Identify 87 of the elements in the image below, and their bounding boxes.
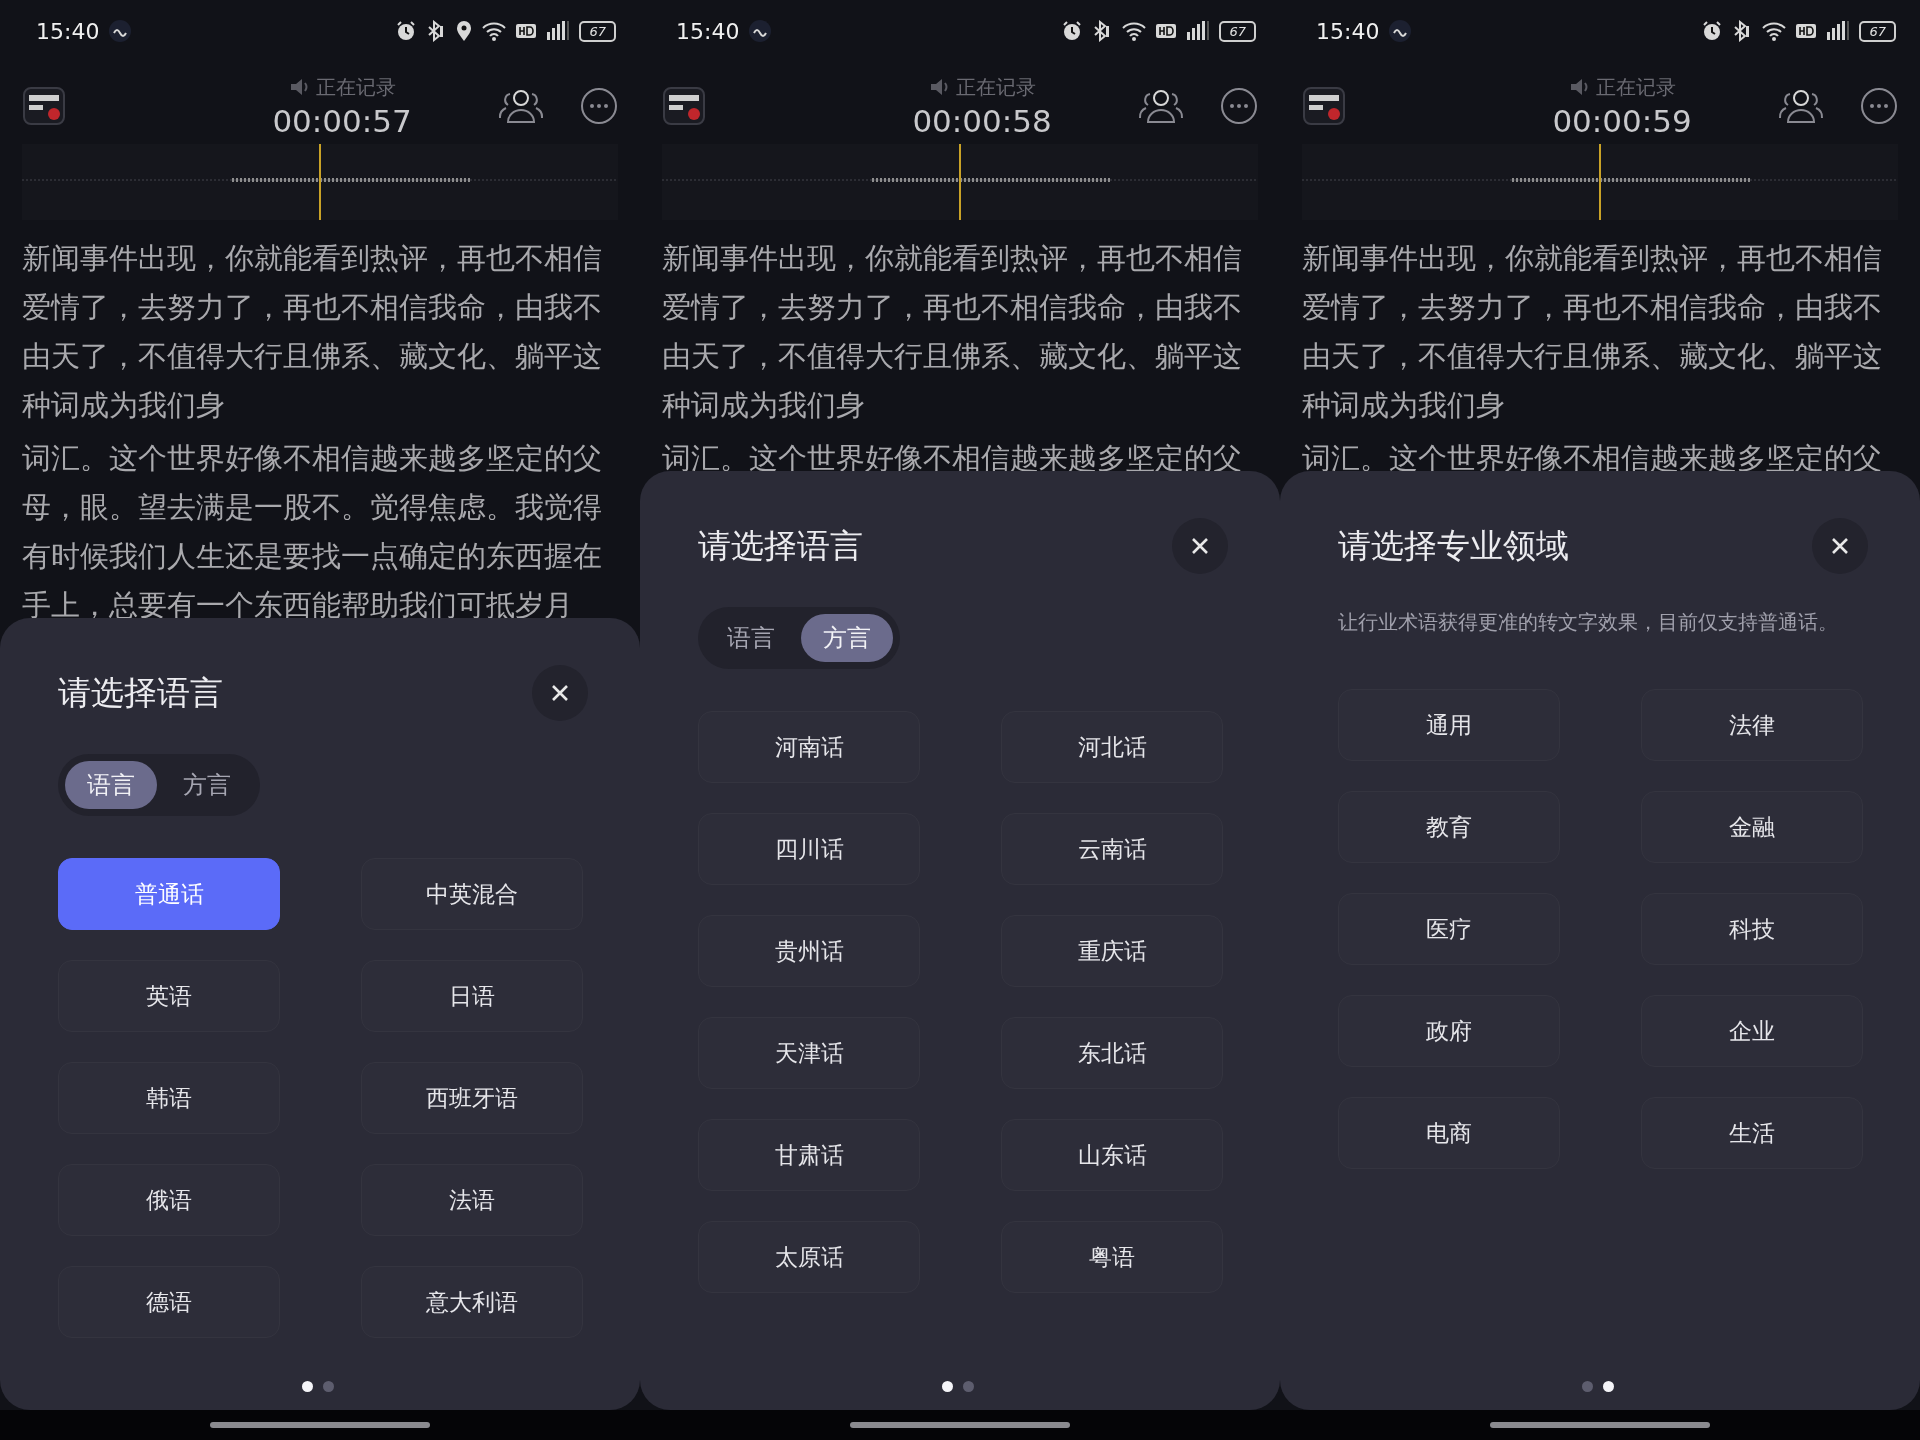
page-dot[interactable] bbox=[323, 1381, 334, 1392]
option-button[interactable]: 政府 bbox=[1338, 995, 1560, 1067]
recording-timer: 00:00:58 bbox=[912, 102, 1052, 139]
card-icon[interactable] bbox=[1302, 86, 1346, 126]
option-button[interactable]: 金融 bbox=[1641, 791, 1863, 863]
option-button[interactable]: 贵州话 bbox=[698, 915, 920, 987]
hd-icon bbox=[515, 22, 538, 40]
option-button[interactable]: 东北话 bbox=[1001, 1017, 1223, 1089]
more-icon[interactable] bbox=[1220, 87, 1258, 125]
tab[interactable]: 方言 bbox=[161, 761, 253, 809]
option-button[interactable]: 英语 bbox=[58, 960, 280, 1032]
status-time: 15:40 bbox=[1316, 18, 1380, 44]
recording-timer: 00:00:59 bbox=[1552, 102, 1692, 139]
option-button[interactable]: 通用 bbox=[1338, 689, 1560, 761]
signal-icon bbox=[545, 20, 572, 42]
page-dot[interactable] bbox=[963, 1381, 974, 1392]
option-button[interactable]: 电商 bbox=[1338, 1097, 1560, 1169]
close-icon bbox=[1830, 536, 1850, 556]
sheet-title: 请选择语言 bbox=[58, 671, 223, 714]
option-button[interactable]: 山东话 bbox=[1001, 1119, 1223, 1191]
speaker-icon bbox=[288, 76, 310, 98]
option-button[interactable]: 云南话 bbox=[1001, 813, 1223, 885]
option-button[interactable]: 法律 bbox=[1641, 689, 1863, 761]
wave-icon bbox=[749, 20, 772, 42]
recording-status: 正在记录 bbox=[1596, 73, 1676, 101]
page-dot[interactable] bbox=[302, 1381, 313, 1392]
transcript-paragraph: 新闻事件出现，你就能看到热评，再也不相信爱情了，去努力了，再也不相信我命，由我不由天了，不值得大行且佛系、藏文化、躺平这种词成为我们身 bbox=[662, 240, 1243, 424]
page-dot[interactable] bbox=[1582, 1381, 1593, 1392]
option-button[interactable]: 四川话 bbox=[698, 813, 920, 885]
hd-icon bbox=[1795, 22, 1818, 40]
wifi-icon bbox=[1121, 20, 1148, 42]
wifi-icon bbox=[481, 20, 508, 42]
tab[interactable]: 语言 bbox=[705, 614, 797, 662]
more-icon[interactable] bbox=[1860, 87, 1898, 125]
option-button[interactable]: 生活 bbox=[1641, 1097, 1863, 1169]
option-button[interactable]: 天津话 bbox=[698, 1017, 920, 1089]
recording-status: 正在记录 bbox=[956, 73, 1036, 101]
option-button[interactable]: 企业 bbox=[1641, 995, 1863, 1067]
page-dot[interactable] bbox=[942, 1381, 953, 1392]
signal-icon bbox=[1185, 20, 1212, 42]
wave-icon bbox=[109, 20, 132, 42]
sheet-title: 请选择专业领域 bbox=[1338, 524, 1569, 567]
option-button[interactable]: 日语 bbox=[361, 960, 583, 1032]
option-button[interactable]: 西班牙语 bbox=[361, 1062, 583, 1134]
close-icon bbox=[550, 683, 570, 703]
option-button[interactable]: 法语 bbox=[361, 1164, 583, 1236]
option-button[interactable]: 意大利语 bbox=[361, 1266, 583, 1338]
transcript-paragraph: 词汇。这个世界好像不相信越来越多坚定的父 bbox=[1302, 440, 1883, 477]
option-button[interactable]: 河南话 bbox=[698, 711, 920, 783]
option-button[interactable]: 中英混合 bbox=[361, 858, 583, 930]
option-button[interactable]: 俄语 bbox=[58, 1164, 280, 1236]
wave-icon bbox=[1389, 20, 1412, 42]
page-dot[interactable] bbox=[1603, 1381, 1614, 1392]
recording-timer: 00:00:57 bbox=[272, 102, 412, 139]
close-icon bbox=[1190, 536, 1210, 556]
status-time: 15:40 bbox=[676, 18, 740, 44]
option-button[interactable]: 教育 bbox=[1338, 791, 1560, 863]
sheet-description: 让行业术语获得更准的转文字效果，目前仅支持普通话。 bbox=[1338, 609, 1838, 636]
battery-indicator: 67 bbox=[1859, 20, 1896, 42]
status-time: 15:40 bbox=[36, 18, 100, 44]
battery-indicator: 67 bbox=[1219, 20, 1256, 42]
more-icon[interactable] bbox=[580, 87, 618, 125]
transcript-paragraph: 新闻事件出现，你就能看到热评，再也不相信爱情了，去努力了，再也不相信我命，由我不由天了，不值得大行且佛系、藏文化、躺平这种词成为我们身 bbox=[22, 240, 603, 424]
option-button[interactable]: 太原话 bbox=[698, 1221, 920, 1293]
transcript-paragraph: 新闻事件出现，你就能看到热评，再也不相信爱情了，去努力了，再也不相信我命，由我不由天了，不值得大行且佛系、藏文化、躺平这种词成为我们身 bbox=[1302, 240, 1883, 424]
option-button[interactable]: 河北话 bbox=[1001, 711, 1223, 783]
hd-icon bbox=[1155, 22, 1178, 40]
wifi-icon bbox=[1761, 20, 1788, 42]
card-icon[interactable] bbox=[662, 86, 706, 126]
battery-indicator: 67 bbox=[579, 20, 616, 42]
option-button[interactable]: 甘肃话 bbox=[698, 1119, 920, 1191]
transcript-paragraph: 词汇。这个世界好像不相信越来越多坚定的父 bbox=[662, 440, 1243, 477]
signal-icon bbox=[1825, 20, 1852, 42]
speaker-icon bbox=[1568, 76, 1590, 98]
option-button[interactable]: 科技 bbox=[1641, 893, 1863, 965]
option-button[interactable]: 重庆话 bbox=[1001, 915, 1223, 987]
speaker-icon bbox=[928, 76, 950, 98]
tab[interactable]: 语言 bbox=[65, 761, 157, 809]
tab[interactable]: 方言 bbox=[801, 614, 893, 662]
recording-status: 正在记录 bbox=[316, 73, 396, 101]
option-button[interactable]: 医疗 bbox=[1338, 893, 1560, 965]
card-icon[interactable] bbox=[22, 86, 66, 126]
option-button[interactable]: 韩语 bbox=[58, 1062, 280, 1134]
option-button[interactable]: 德语 bbox=[58, 1266, 280, 1338]
sheet-title: 请选择语言 bbox=[698, 524, 863, 567]
option-button[interactable]: 普通话 bbox=[58, 858, 280, 930]
option-button[interactable]: 粤语 bbox=[1001, 1221, 1223, 1293]
